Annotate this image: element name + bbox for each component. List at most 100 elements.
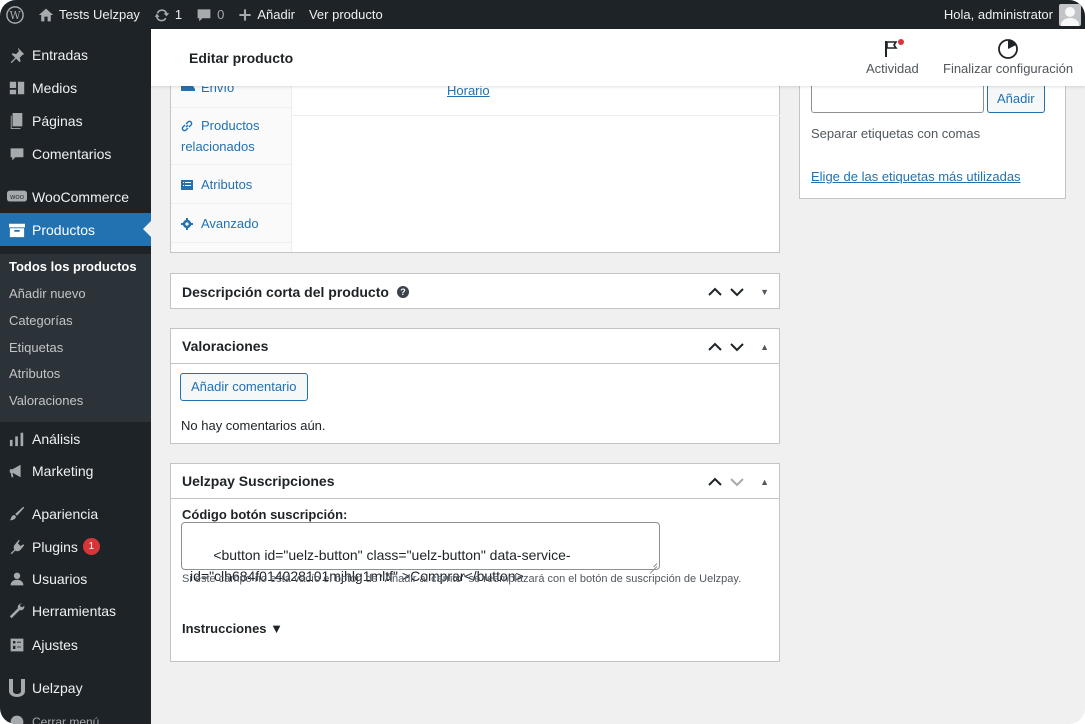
submenu-valoraciones[interactable]: Valoraciones <box>9 393 83 408</box>
updates-count: 1 <box>174 7 183 22</box>
woocommerce-icon: WOO <box>7 190 27 202</box>
sidebar-item-comentarios[interactable]: Comentarios <box>0 137 151 170</box>
move-down-button[interactable] <box>730 339 744 355</box>
app-frame: W Tests Uelzpay 1 0 Añadir Ver producto … <box>0 0 1085 724</box>
subscription-help-text: Si este campo no está vacío el botón de … <box>182 573 742 585</box>
sidebar-item-label: Herramientas <box>32 602 117 619</box>
uelzpay-title: Uelzpay Suscripciones <box>182 473 335 489</box>
sidebar-item-ajustes[interactable]: Ajustes <box>0 628 151 661</box>
user-icon <box>10 572 24 585</box>
sidebar-item-label: WooCommerce <box>32 188 129 205</box>
toggle-panel-icon[interactable]: ▲ <box>760 342 769 352</box>
reviews-header[interactable]: Valoraciones ▲ <box>171 329 779 364</box>
divider <box>292 115 780 116</box>
sidebar-item-usuarios[interactable]: Usuarios <box>0 562 151 595</box>
comments-link[interactable]: 0 <box>196 7 224 23</box>
sidebar-item-label: Entradas <box>32 46 89 63</box>
plugins-update-badge: 1 <box>82 538 100 555</box>
help-icon[interactable]: ? <box>396 285 409 298</box>
link-icon <box>181 120 193 132</box>
sidebar-item-apariencia[interactable]: Apariencia <box>0 497 151 530</box>
sidebar-item-medios[interactable]: Medios <box>0 71 151 104</box>
no-comments-text: No hay comentarios aún. <box>181 418 326 433</box>
new-content-label: Añadir <box>257 7 295 22</box>
home-icon <box>38 8 54 21</box>
new-content-link[interactable]: Añadir <box>238 7 295 22</box>
short-description-header[interactable]: Descripción corta del producto ? ▼ <box>171 274 779 309</box>
plus-icon <box>239 8 251 21</box>
sidebar-item-paginas[interactable]: Páginas <box>0 104 151 137</box>
product-data-tabs: Envío Productos relacionados Atributos A… <box>171 80 292 252</box>
chevron-up-icon <box>708 477 722 486</box>
finish-setup-button[interactable]: Finalizar configuración <box>943 37 1073 76</box>
media-icon <box>9 81 25 94</box>
svg-text:WOO: WOO <box>10 194 24 200</box>
reviews-title: Valoraciones <box>182 338 269 354</box>
submenu-categorias[interactable]: Categorías <box>9 313 73 328</box>
sidebar-item-productos[interactable]: Productos <box>0 213 151 246</box>
updates-link[interactable]: 1 <box>154 7 182 23</box>
updates-icon <box>154 8 170 21</box>
sidebar-item-herramientas[interactable]: Herramientas <box>0 594 151 627</box>
collapse-menu-label: Cerrar menú <box>32 714 100 724</box>
comments-icon <box>10 147 24 160</box>
sidebar-item-entradas[interactable]: Entradas <box>0 38 151 71</box>
pages-icon <box>10 112 23 129</box>
sidebar-item-label: Ajustes <box>32 636 78 653</box>
activity-button[interactable]: Actividad <box>866 37 919 76</box>
resize-handle[interactable] <box>649 559 657 567</box>
move-up-button[interactable] <box>708 474 722 490</box>
chevron-down-icon <box>730 477 744 486</box>
admin-bar: W Tests Uelzpay 1 0 Añadir Ver producto … <box>0 0 1085 29</box>
sidebar-item-label: Apariencia <box>32 505 99 522</box>
sidebar-item-marketing[interactable]: Marketing <box>0 454 151 487</box>
add-tag-button[interactable]: Añadir <box>987 86 1045 113</box>
submenu-anadir-nuevo[interactable]: Añadir nuevo <box>9 286 86 301</box>
tab-atributos[interactable]: Atributos <box>171 165 292 204</box>
account-menu[interactable]: Hola, administrator <box>944 0 1081 29</box>
short-description-title: Descripción corta del producto <box>182 283 389 300</box>
list-icon <box>181 180 193 190</box>
sidebar-item-label: Uelzpay <box>32 679 83 696</box>
move-down-button[interactable] <box>730 474 744 490</box>
chevron-up-icon <box>708 342 722 351</box>
uelzpay-subscriptions-box: Uelzpay Suscripciones ▲ Código botón sus… <box>170 463 780 662</box>
submenu-todos-productos[interactable]: Todos los productos <box>9 259 137 274</box>
tag-separator-hint: Separar etiquetas con comas <box>811 126 981 141</box>
tab-avanzado[interactable]: Avanzado <box>171 204 292 243</box>
sidebar-item-analisis[interactable]: Análisis <box>0 422 151 455</box>
chevron-down-icon <box>730 342 744 351</box>
sidebar-item-plugins[interactable]: Plugins 1 <box>0 530 151 563</box>
chevron-down-icon <box>730 287 744 296</box>
productos-submenu: Todos los productos Añadir nuevo Categor… <box>0 254 151 422</box>
submenu-etiquetas[interactable]: Etiquetas <box>9 340 63 355</box>
sidebar-item-label: Plugins <box>32 538 78 555</box>
collapse-menu-button[interactable]: Cerrar menú <box>0 705 151 724</box>
add-comment-button[interactable]: Añadir comentario <box>180 373 308 401</box>
sidebar-item-woocommerce[interactable]: WOO WooCommerce <box>0 180 151 213</box>
uelzpay-header[interactable]: Uelzpay Suscripciones ▲ <box>171 464 779 499</box>
move-down-button[interactable] <box>730 284 744 300</box>
view-product-link[interactable]: Ver producto <box>309 7 383 22</box>
move-up-button[interactable] <box>708 339 722 355</box>
most-used-tags-link[interactable]: Elige de las etiquetas más utilizadas <box>811 169 1021 184</box>
site-name-link[interactable]: Tests Uelzpay <box>38 7 140 23</box>
instructions-toggle[interactable]: Instrucciones ▼ <box>182 621 283 636</box>
wordpress-logo-icon[interactable]: W <box>6 5 24 24</box>
sidebar-item-label: Comentarios <box>32 145 112 162</box>
tab-productos-relacionados[interactable]: Productos relacionados <box>171 108 292 165</box>
wrench-icon <box>9 603 25 618</box>
sidebar-item-label: Marketing <box>32 462 94 479</box>
megaphone-icon <box>9 464 21 477</box>
collapse-icon <box>10 715 24 724</box>
comment-icon <box>197 8 211 21</box>
move-up-button[interactable] <box>708 284 722 300</box>
chevron-up-icon <box>708 287 722 296</box>
sidebar-item-uelzpay[interactable]: Uelzpay <box>0 671 151 704</box>
toggle-panel-icon[interactable]: ▼ <box>760 287 769 297</box>
subscription-code-textarea[interactable]: <button id="uelz-button" class="uelz-but… <box>181 522 660 584</box>
tag-input[interactable] <box>811 86 984 113</box>
toggle-panel-icon[interactable]: ▲ <box>760 477 769 487</box>
submenu-atributos[interactable]: Atributos <box>9 366 60 381</box>
pin-icon <box>10 47 25 63</box>
